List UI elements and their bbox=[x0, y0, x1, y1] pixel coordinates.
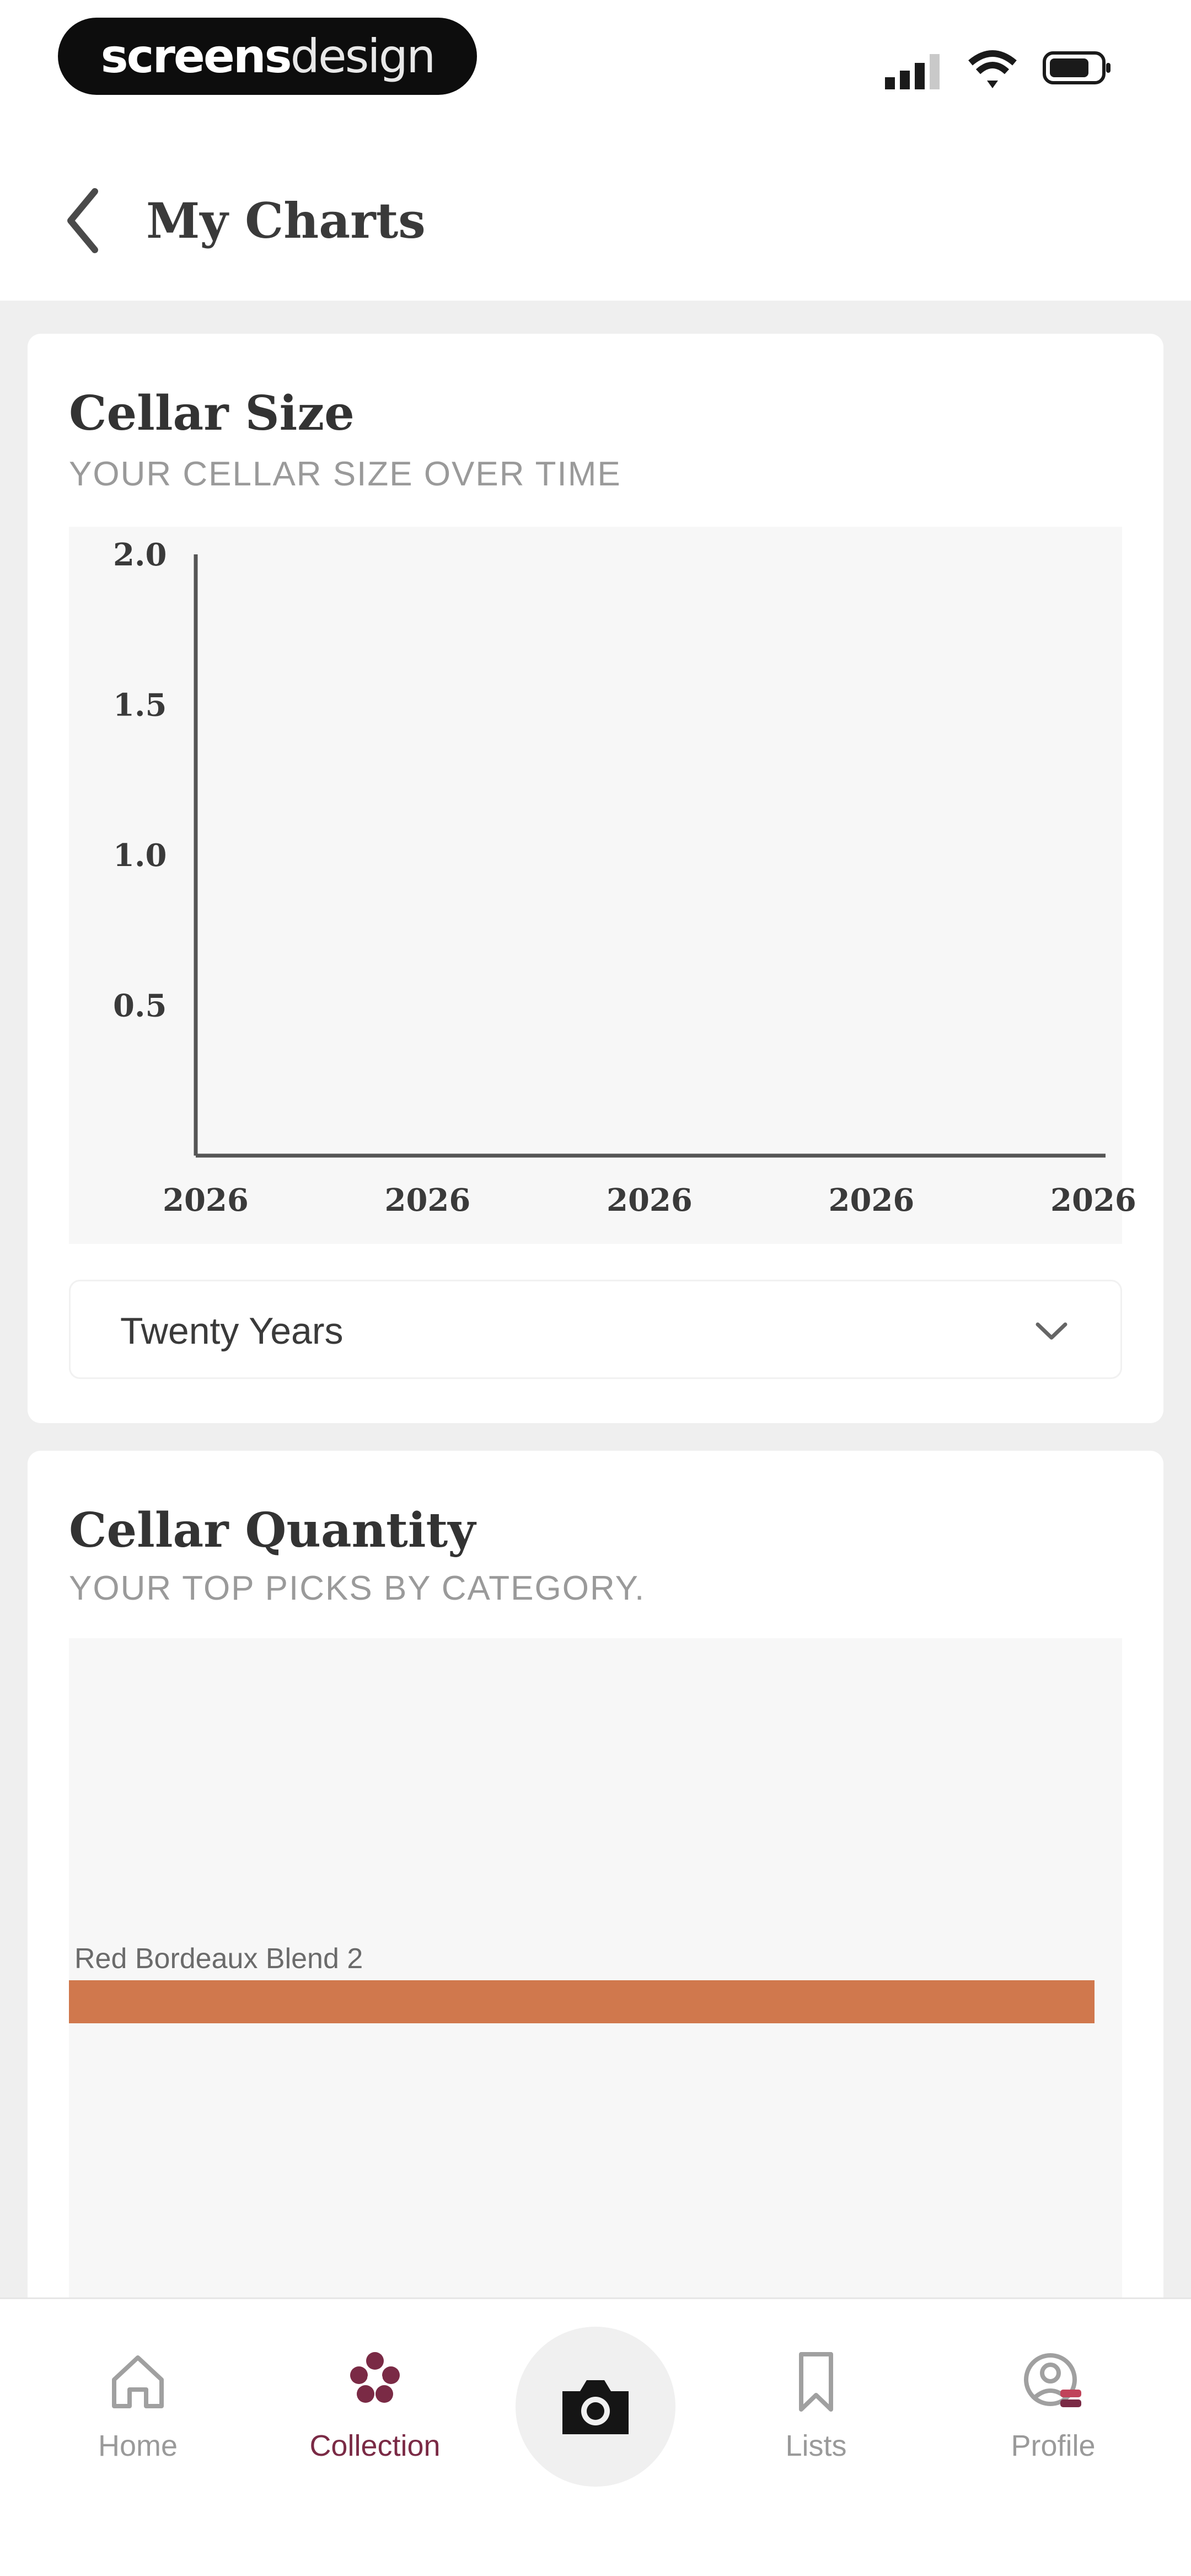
x-tick-label: 2026 bbox=[829, 1182, 915, 1218]
chevron-down-icon bbox=[1036, 1322, 1067, 1340]
line-chart: 2.0 1.5 1.0 0.5 2026 2026 2026 2026 2026 bbox=[113, 537, 1136, 1218]
y-tick-label: 2.0 bbox=[113, 537, 167, 573]
camera-button[interactable] bbox=[516, 2327, 675, 2487]
bar-label: Red Bordeaux Blend 2 bbox=[74, 1943, 363, 1975]
tab-lists[interactable]: Lists bbox=[733, 2349, 899, 2492]
bar bbox=[69, 1980, 1095, 2023]
x-tick-label: 2026 bbox=[1050, 1182, 1136, 1218]
status-icons bbox=[882, 44, 1114, 94]
tab-bar: Home Collection Lists Profile bbox=[0, 2297, 1191, 2576]
signal-icon bbox=[885, 54, 940, 89]
cellar-quantity-card: Cellar Quantity YOUR TOP PICKS BY CATEGO… bbox=[28, 1451, 1163, 2388]
card-title: Cellar Quantity bbox=[69, 1503, 476, 1558]
camera-icon bbox=[562, 2380, 629, 2434]
card-title: Cellar Size bbox=[69, 386, 355, 441]
y-tick-label: 1.0 bbox=[113, 837, 167, 874]
x-tick-label: 2026 bbox=[385, 1182, 471, 1218]
status-bar: screensdesign bbox=[0, 0, 1191, 149]
tab-label: Profile bbox=[1011, 2429, 1096, 2462]
tab-label: Home bbox=[98, 2429, 178, 2462]
tab-label: Collection bbox=[309, 2429, 441, 2462]
wifi-icon bbox=[968, 50, 1017, 88]
cellar-size-card: Cellar Size YOUR CELLAR SIZE OVER TIME 2… bbox=[28, 334, 1163, 1423]
profile-icon bbox=[1024, 2353, 1081, 2407]
bar-chart: Red Bordeaux Blend 2 bbox=[69, 1943, 1095, 2023]
chevron-left-icon[interactable] bbox=[61, 185, 105, 256]
y-tick-label: 1.5 bbox=[113, 687, 167, 724]
home-icon bbox=[112, 2355, 164, 2408]
card-subtitle: YOUR TOP PICKS BY CATEGORY. bbox=[69, 1569, 646, 1607]
time-range-select[interactable]: Twenty Years bbox=[69, 1280, 1122, 1379]
card-subtitle: YOUR CELLAR SIZE OVER TIME bbox=[69, 455, 621, 493]
tab-profile[interactable]: Profile bbox=[970, 2349, 1136, 2492]
tab-label: Lists bbox=[785, 2429, 847, 2462]
cellar-size-chart: 2.0 1.5 1.0 0.5 2026 2026 2026 2026 2026 bbox=[69, 527, 1136, 1244]
brand-wordmark: screensdesign bbox=[100, 29, 436, 83]
bookmark-icon bbox=[799, 2352, 833, 2412]
brand-logo: screensdesign bbox=[58, 18, 477, 95]
x-tick-label: 2026 bbox=[607, 1182, 693, 1218]
time-range-value: Twenty Years bbox=[120, 1310, 344, 1352]
y-tick-label: 0.5 bbox=[113, 988, 167, 1024]
battery-icon bbox=[1043, 51, 1110, 84]
cellar-quantity-chart: Red Bordeaux Blend 2 bbox=[69, 1638, 1122, 2388]
page-title: My Charts bbox=[146, 192, 426, 249]
navigation-header: My Charts bbox=[0, 149, 1191, 301]
tab-collection[interactable]: Collection bbox=[292, 2349, 458, 2492]
collection-icon bbox=[350, 2352, 400, 2403]
x-tick-label: 2026 bbox=[163, 1182, 249, 1218]
tab-home[interactable]: Home bbox=[55, 2349, 221, 2492]
